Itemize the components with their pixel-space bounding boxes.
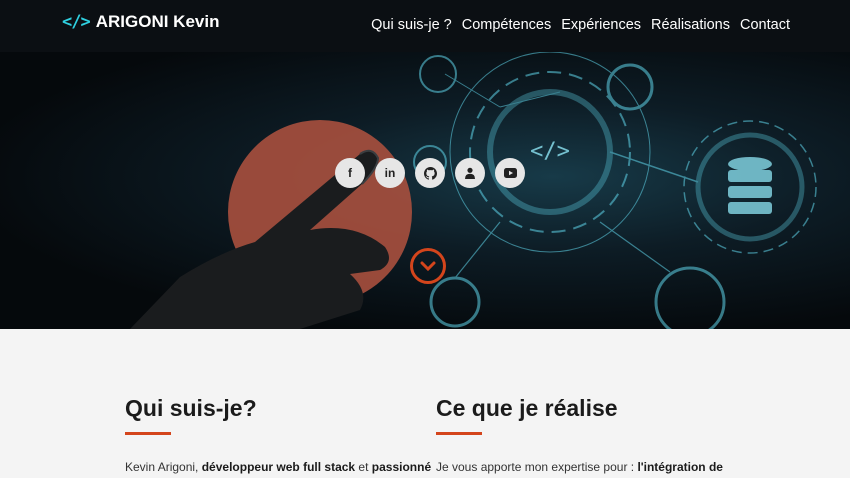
linkedin-icon[interactable]: in: [375, 158, 405, 188]
code-icon: </>: [62, 12, 91, 32]
hero-background-image: </>: [130, 52, 817, 329]
about-intro: Kevin Arigoni, développeur web full stac…: [125, 460, 432, 474]
main-content: Qui suis-je? Kevin Arigoni, développeur …: [0, 329, 850, 478]
nav-link-contact[interactable]: Contact: [740, 17, 790, 33]
nav-link-projects[interactable]: Réalisations: [651, 17, 730, 33]
about-title: Qui suis-je?: [125, 395, 257, 421]
work-intro: Je vous apporte mon expertise pour : l'i…: [436, 460, 723, 474]
brand-logo[interactable]: </> ARIGONI Kevin: [62, 12, 219, 32]
top-navbar: </> ARIGONI Kevin Qui suis-je ? Compéten…: [0, 0, 850, 52]
social-links: f in: [335, 158, 525, 188]
user-icon[interactable]: [455, 158, 485, 188]
main-nav: Qui suis-je ? Compétences Expériences Ré…: [371, 17, 790, 33]
nav-link-experiences[interactable]: Expériences: [561, 17, 641, 33]
github-icon[interactable]: [415, 158, 445, 188]
youtube-icon[interactable]: [495, 158, 525, 188]
work-title: Ce que je réalise: [436, 395, 618, 421]
facebook-icon[interactable]: f: [335, 158, 365, 188]
brand-name: ARIGONI Kevin: [95, 12, 220, 31]
title-underline: [125, 432, 171, 435]
title-underline: [436, 432, 482, 435]
svg-text:</>: </>: [530, 139, 570, 164]
scroll-down-button[interactable]: [410, 248, 446, 284]
nav-link-about[interactable]: Qui suis-je ?: [371, 17, 452, 33]
chevron-down-icon: [420, 261, 436, 272]
hero-banner: </> f in: [0, 52, 850, 329]
nav-link-skills[interactable]: Compétences: [462, 17, 551, 33]
